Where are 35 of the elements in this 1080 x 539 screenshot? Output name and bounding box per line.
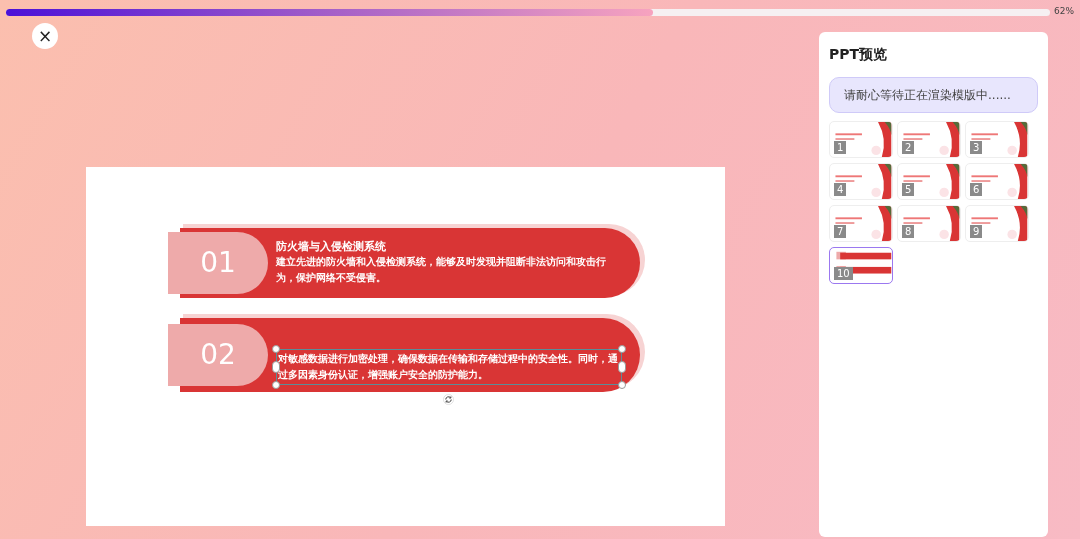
slide-thumbnail[interactable]: 2	[897, 121, 961, 158]
slide-number: 8	[902, 225, 915, 238]
slide-thumbnail[interactable]: 8	[897, 205, 961, 242]
slide-number: 4	[834, 183, 847, 196]
slide-number: 7	[834, 225, 847, 238]
slide-number: 3	[970, 141, 983, 154]
resize-handle[interactable]	[272, 381, 280, 389]
slide-thumbnail[interactable]: 7	[829, 205, 893, 242]
slide-thumbnail[interactable]: 9	[965, 205, 1029, 242]
rotate-icon[interactable]	[443, 394, 454, 405]
resize-handle[interactable]	[618, 345, 626, 353]
slide-thumbnail[interactable]: 10	[829, 247, 893, 284]
item-text: 建立先进的防火墙和入侵检测系统，能够及时发现并阻断非法访问和攻击行为，保护网络不受侵害。	[276, 255, 607, 286]
slide-number: 2	[902, 141, 915, 154]
slide-thumbnail[interactable]: 1	[829, 121, 893, 158]
resize-handle[interactable]	[272, 345, 280, 353]
item-title: 防火墙与入侵检测系统	[276, 239, 387, 255]
slide-number: 9	[970, 225, 983, 238]
slide-number: 5	[902, 183, 915, 196]
number-block: 01	[168, 232, 268, 294]
slide-thumbnail[interactable]: 6	[965, 163, 1029, 200]
resize-handle[interactable]	[618, 381, 626, 389]
slide-number: 1	[834, 141, 847, 154]
panel-title: PPT预览	[829, 45, 889, 64]
slide-thumbnail[interactable]: 5	[897, 163, 961, 200]
number-block: 02	[168, 324, 268, 386]
progress-reading: 62%	[1054, 5, 1075, 19]
slide-thumbnail[interactable]: 3	[965, 121, 1029, 158]
loading-notice: 请耐心等待正在渲染模版中......	[829, 77, 1038, 113]
close-button[interactable]: ×	[32, 23, 58, 49]
resize-handle[interactable]	[618, 361, 626, 373]
slide-thumbnail[interactable]: 4	[829, 163, 893, 200]
resize-handle[interactable]	[272, 361, 280, 373]
slide-number: 6	[970, 183, 983, 196]
slide-number: 10	[834, 267, 853, 280]
